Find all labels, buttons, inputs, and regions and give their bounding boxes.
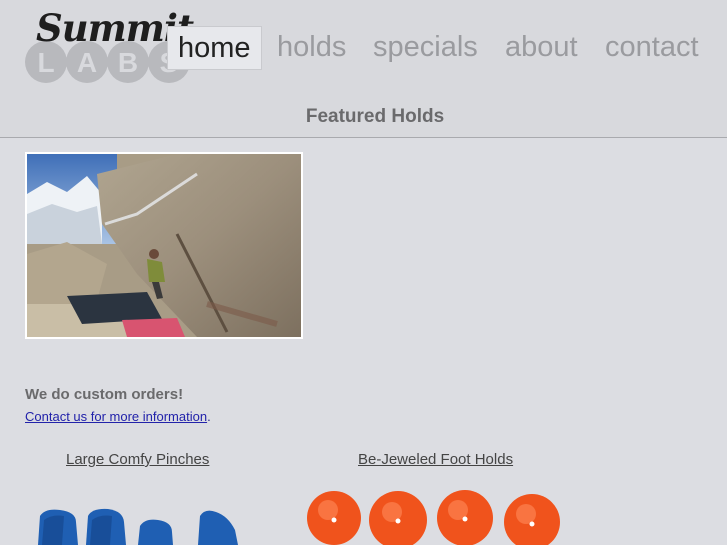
be-jeweled-foot-holds-image[interactable] xyxy=(300,480,570,545)
featured-holds-title: Featured Holds xyxy=(305,106,445,127)
contact-suffix: . xyxy=(207,409,211,424)
nav-contact[interactable]: contact xyxy=(605,26,699,68)
custom-orders-heading: We do custom orders! xyxy=(25,386,184,403)
svg-text:B: B xyxy=(118,47,138,78)
featured-climbing-photo[interactable] xyxy=(25,152,303,339)
nav-specials[interactable]: specials xyxy=(373,26,478,68)
contact-us-link[interactable]: Contact us for more information xyxy=(25,409,207,424)
blue-holds-image xyxy=(38,508,238,545)
nav-about[interactable]: about xyxy=(505,26,578,68)
orange-holds-image xyxy=(307,490,560,545)
large-comfy-pinches-image[interactable] xyxy=(30,480,250,545)
nav-home[interactable]: home xyxy=(167,26,262,70)
large-comfy-pinches-link[interactable]: Large Comfy Pinches xyxy=(66,451,209,468)
be-jeweled-foot-holds-link[interactable]: Be-Jeweled Foot Holds xyxy=(358,451,513,468)
svg-text:A: A xyxy=(77,47,97,78)
nav-holds[interactable]: holds xyxy=(277,26,346,68)
svg-text:L: L xyxy=(37,47,54,78)
site-header: L A B S Summit home holds specials about… xyxy=(0,0,727,138)
bouldering-image xyxy=(27,154,301,337)
contact-line: Contact us for more information. xyxy=(25,409,211,424)
